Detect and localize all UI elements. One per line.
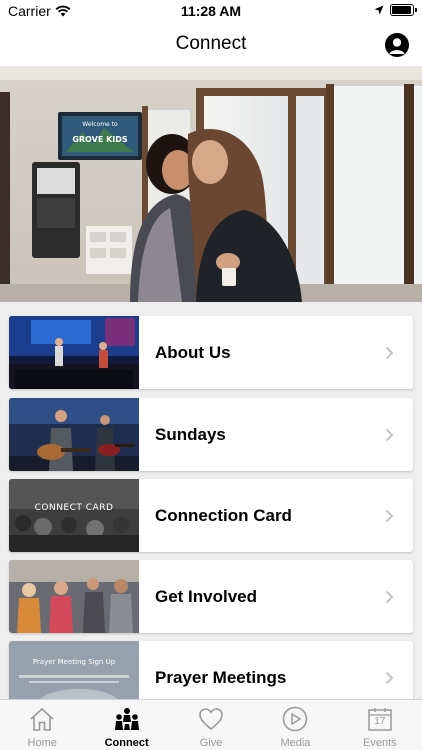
list-item-label: Connection Card (155, 505, 292, 525)
svg-text:Welcome to: Welcome to (82, 121, 118, 128)
list-item-label: Get Involved (155, 586, 258, 606)
navigation-bar: Connect (0, 24, 422, 66)
profile-button[interactable] (385, 33, 409, 57)
list-item-label: Sundays (155, 424, 226, 444)
chevron-right-icon (377, 671, 401, 685)
list-item-get-involved[interactable]: Get Involved (9, 560, 413, 633)
tab-label: Events (363, 737, 397, 749)
battery-level (392, 6, 411, 14)
tab-media[interactable]: Media (253, 700, 337, 750)
heart-icon (197, 705, 225, 733)
list-item-label: About Us (155, 342, 231, 362)
location-arrow-icon (374, 5, 384, 15)
status-time: 11:28 AM (180, 3, 242, 19)
tab-give[interactable]: Give (169, 700, 253, 750)
worship-band-thumbnail (9, 316, 139, 389)
calendar-icon: 17 (366, 705, 394, 733)
tab-connect[interactable]: Connect (84, 700, 168, 750)
tab-label: Media (280, 737, 311, 749)
prayer-meeting-thumbnail: Prayer Meeting Sign Up (9, 641, 139, 699)
chevron-right-icon (377, 590, 401, 604)
home-icon (28, 705, 56, 733)
people-icon (113, 705, 141, 733)
list-item-label: Prayer Meetings (155, 667, 287, 687)
status-bar: Carrier 11:28 AM (0, 0, 422, 24)
congregation-thumbnail (9, 560, 139, 633)
tab-label: Connect (104, 737, 149, 749)
user-icon (389, 38, 405, 54)
hero-image: Welcome to GROVE KIDS (0, 66, 422, 302)
chevron-right-icon (377, 428, 401, 442)
connect-menu-list: About Us Sundays CONNECT CARD Connection… (0, 302, 422, 699)
tab-events[interactable]: 17 Events (338, 700, 422, 750)
connection-card-thumbnail: CONNECT CARD (9, 479, 139, 552)
thumbnail-caption: Prayer Meeting Sign Up (32, 658, 116, 666)
tab-label: Give (199, 737, 223, 749)
guitarists-thumbnail (9, 398, 139, 471)
list-item-connection-card[interactable]: CONNECT CARD Connection Card (9, 479, 413, 552)
page-title: Connect (175, 33, 247, 54)
calendar-day-number: 17 (374, 716, 386, 727)
list-item-prayer-meetings[interactable]: Prayer Meeting Sign Up Prayer Meetings (9, 641, 413, 699)
thumbnail-caption: CONNECT CARD (34, 503, 114, 513)
list-item-sundays[interactable]: Sundays (9, 398, 413, 471)
battery-icon (390, 4, 417, 16)
play-icon (281, 705, 309, 733)
chevron-right-icon (377, 346, 401, 360)
tab-bar: Home Connect Give Media 17 Events (0, 699, 422, 750)
hugging-people-photo: Welcome to GROVE KIDS (0, 66, 422, 302)
svg-text:GROVE KIDS: GROVE KIDS (72, 135, 128, 144)
tab-home[interactable]: Home (0, 700, 84, 750)
tab-label: Home (27, 737, 57, 749)
chevron-right-icon (377, 509, 401, 523)
list-item-about-us[interactable]: About Us (9, 316, 413, 389)
